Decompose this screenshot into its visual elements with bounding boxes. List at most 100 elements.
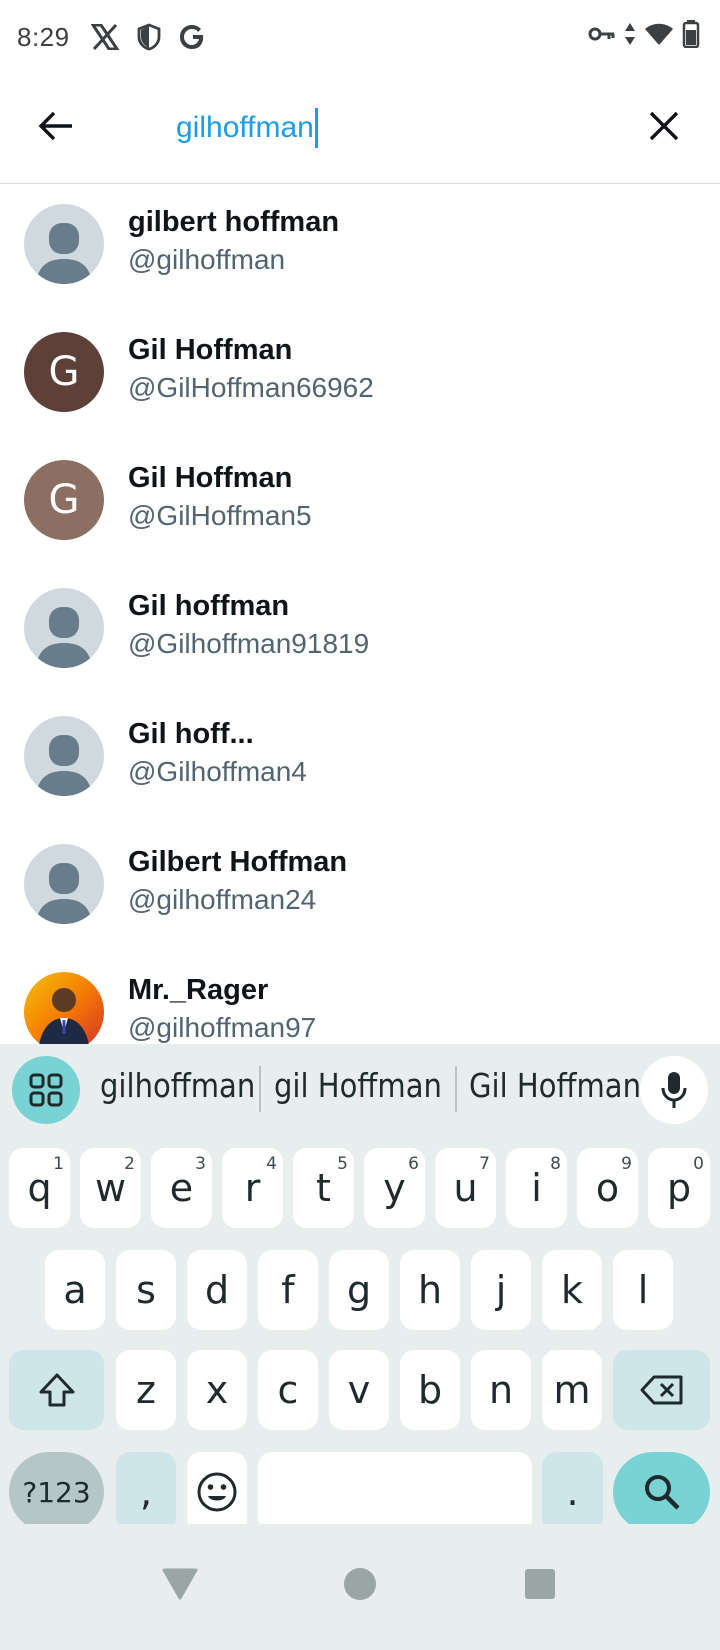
result-row[interactable]: Gil hoffman @Gilhoffman91819 xyxy=(0,568,720,696)
result-row[interactable]: gilbert hoffman @gilhoffman xyxy=(0,184,720,312)
result-handle: @gilhoffman97 xyxy=(128,1012,317,1043)
suggestion-2[interactable]: gil Hoffman xyxy=(274,1066,442,1105)
avatar xyxy=(24,588,104,668)
emoji-key[interactable] xyxy=(187,1452,247,1532)
result-row[interactable]: G Gil Hoffman @GilHoffman66962 xyxy=(0,312,720,440)
voice-input-button[interactable] xyxy=(640,1056,708,1124)
back-nav-button[interactable] xyxy=(150,1554,210,1614)
key-w[interactable]: w2 xyxy=(80,1148,141,1228)
status-right-icons xyxy=(588,20,700,53)
key-s[interactable]: s xyxy=(116,1250,176,1330)
comma-key[interactable]: , xyxy=(116,1452,176,1532)
emoji-icon xyxy=(197,1472,237,1512)
status-bar: 8:29 xyxy=(0,0,720,74)
grid-icon xyxy=(29,1073,63,1107)
key-h[interactable]: h xyxy=(400,1250,460,1330)
result-display-name: Gil Hoffman xyxy=(128,334,293,366)
clear-search-button[interactable] xyxy=(638,100,690,152)
search-key[interactable] xyxy=(613,1452,710,1532)
search-header: gilhoffman xyxy=(0,74,720,184)
key-j[interactable]: j xyxy=(471,1250,531,1330)
arrow-left-icon xyxy=(38,111,72,141)
x-logo-icon xyxy=(90,22,120,52)
space-key[interactable] xyxy=(258,1452,532,1532)
suggestion-divider xyxy=(455,1066,457,1112)
result-display-name: Gil Hoffman xyxy=(128,462,293,494)
avatar xyxy=(24,844,104,924)
result-handle: @GilHoffman5 xyxy=(128,500,312,531)
key-k[interactable]: k xyxy=(542,1250,602,1330)
search-input-text: gilhoffman xyxy=(176,111,314,144)
system-navigation-bar xyxy=(0,1524,720,1650)
close-icon xyxy=(649,111,679,141)
shield-icon xyxy=(134,22,164,52)
key-p[interactable]: p0 xyxy=(648,1148,710,1228)
back-button[interactable] xyxy=(30,100,82,152)
avatar: G xyxy=(24,332,104,412)
google-icon xyxy=(178,22,208,52)
key-g[interactable]: g xyxy=(329,1250,389,1330)
result-display-name: Gilbert Hoffman xyxy=(128,846,348,878)
key-l[interactable]: l xyxy=(613,1250,673,1330)
battery-icon xyxy=(682,20,700,53)
shift-icon xyxy=(39,1373,74,1407)
vpn-key-icon xyxy=(588,24,616,49)
result-display-name: Gil hoffman xyxy=(128,590,290,622)
result-row[interactable]: Mr._Rager @gilhoffman97 xyxy=(0,952,720,1044)
key-b[interactable]: b xyxy=(400,1350,460,1430)
profile-photo xyxy=(24,972,104,1044)
avatar xyxy=(24,204,104,284)
data-arrows-icon xyxy=(624,22,636,51)
key-r[interactable]: r4 xyxy=(222,1148,283,1228)
result-handle: @GilHoffman66962 xyxy=(128,372,374,403)
backspace-key[interactable] xyxy=(613,1350,710,1430)
keyboard-apps-button[interactable] xyxy=(12,1056,80,1124)
key-f[interactable]: f xyxy=(258,1250,318,1330)
key-i[interactable]: i8 xyxy=(506,1148,567,1228)
result-row[interactable]: G Gil Hoffman @GilHoffman5 xyxy=(0,440,720,568)
symbols-key[interactable]: ?123 xyxy=(9,1452,104,1532)
triangle-back-icon xyxy=(162,1568,198,1600)
suggestion-1[interactable]: gilhoffman xyxy=(100,1066,255,1105)
key-a[interactable]: a xyxy=(45,1250,105,1330)
key-q[interactable]: q1 xyxy=(9,1148,70,1228)
key-y[interactable]: y6 xyxy=(364,1148,425,1228)
key-m[interactable]: m xyxy=(542,1350,602,1430)
key-u[interactable]: u7 xyxy=(435,1148,496,1228)
result-display-name: gilbert hoffman xyxy=(128,206,340,238)
key-z[interactable]: z xyxy=(116,1350,176,1430)
key-t[interactable]: t5 xyxy=(293,1148,354,1228)
result-row[interactable]: Gilbert Hoffman @gilhoffman24 xyxy=(0,824,720,952)
result-handle: @Gilhoffman4 xyxy=(128,756,307,787)
result-display-name: Mr._Rager xyxy=(128,974,269,1006)
result-row[interactable]: Gil hoff... @Gilhoffman4 xyxy=(0,696,720,824)
default-profile-icon xyxy=(36,607,92,668)
search-results-list: gilbert hoffman @gilhoffman G Gil Hoffma… xyxy=(0,184,720,1044)
recents-nav-button[interactable] xyxy=(510,1554,570,1614)
avatar xyxy=(24,716,104,796)
circle-home-icon xyxy=(344,1568,376,1600)
backspace-icon xyxy=(640,1375,682,1405)
key-x[interactable]: x xyxy=(187,1350,247,1430)
key-o[interactable]: o9 xyxy=(577,1148,638,1228)
suggestion-divider xyxy=(259,1066,261,1112)
avatar: G xyxy=(24,460,104,540)
avatar xyxy=(24,972,104,1044)
key-d[interactable]: d xyxy=(187,1250,247,1330)
key-n[interactable]: n xyxy=(471,1350,531,1430)
period-key[interactable]: . xyxy=(542,1452,603,1532)
suggestion-3[interactable]: Gil Hoffman xyxy=(469,1066,641,1105)
text-caret xyxy=(314,108,318,148)
key-c[interactable]: c xyxy=(258,1350,318,1430)
key-e[interactable]: e3 xyxy=(151,1148,212,1228)
suggestion-bar: gilhoffman gil Hoffman Gil Hoffman xyxy=(0,1044,720,1134)
search-input[interactable]: gilhoffman xyxy=(176,104,596,152)
avatar-letter: G xyxy=(48,477,80,523)
default-profile-icon xyxy=(36,223,92,284)
microphone-icon xyxy=(661,1072,687,1108)
search-icon xyxy=(644,1475,680,1510)
shift-key[interactable] xyxy=(9,1350,104,1430)
home-nav-button[interactable] xyxy=(330,1554,390,1614)
wifi-icon xyxy=(644,22,674,51)
key-v[interactable]: v xyxy=(329,1350,389,1430)
